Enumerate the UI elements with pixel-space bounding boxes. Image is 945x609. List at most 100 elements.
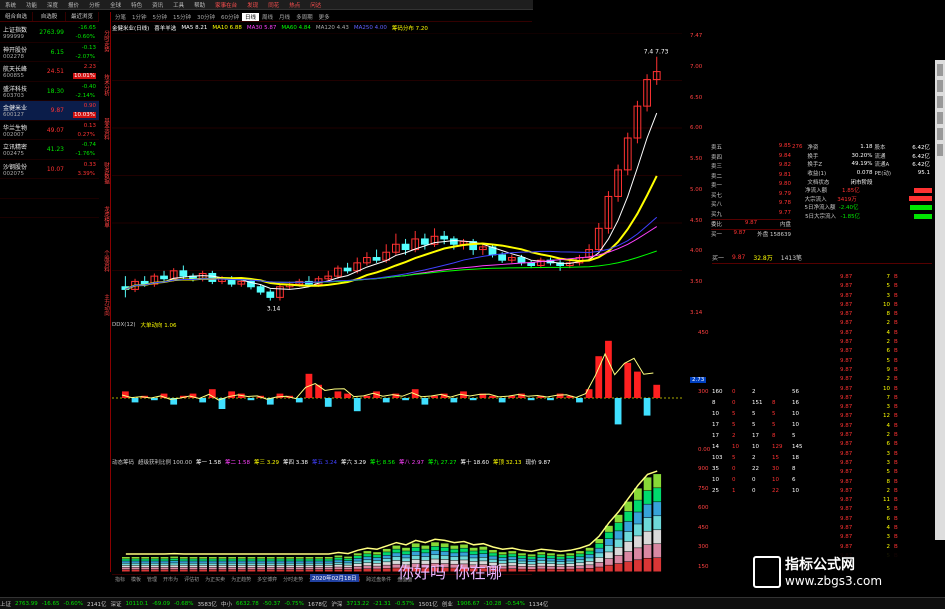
watchlist-row[interactable]: 华兰生物 002007 49.07 0.13 0.27% [0, 121, 99, 140]
tab-favorites[interactable]: 自选股 [33, 12, 66, 21]
menu-function[interactable]: 功能 [21, 1, 42, 9]
chip-segment [595, 548, 604, 553]
tick-price: 9.87 [840, 292, 853, 299]
timeframe-tab[interactable]: 1分钟 [129, 13, 150, 21]
menu-depth[interactable]: 深度 [42, 1, 63, 9]
chip-segment [537, 555, 546, 558]
stock-price: 6.15 [50, 48, 64, 56]
stock-code: 002278 [3, 53, 24, 60]
timeframe-tab[interactable]: 更多 [316, 13, 333, 21]
chip-segment [402, 551, 410, 555]
vtab-item[interactable]: 技术分析 [101, 74, 110, 96]
toolbar-button-4[interactable] [937, 112, 943, 124]
book-cell: 160 [712, 389, 723, 395]
chip-segment [382, 552, 391, 555]
timeframe-tab[interactable]: 日线 [242, 12, 260, 21]
indicator-tab[interactable]: 模板 [128, 576, 144, 583]
menu-feature[interactable]: 特色 [126, 1, 147, 9]
indicator-tab[interactable]: 评估初 [181, 576, 202, 583]
tab-combo[interactable]: 组合自选 [0, 12, 33, 21]
menu-extra-5[interactable]: 问达 [305, 1, 326, 9]
ma-line [125, 175, 658, 291]
tick-flag: B [894, 404, 898, 411]
book-row: 8 0 151 8 16 [712, 400, 818, 411]
indicator-tab[interactable]: 为正趋势 [228, 576, 254, 583]
indicator-tab[interactable]: 跨过盘条件 [363, 576, 394, 583]
timeframe-tab[interactable]: 周线 [259, 13, 276, 21]
menu-analysis[interactable]: 分析 [84, 1, 105, 9]
timeframe-tab[interactable]: 分笔 [112, 13, 129, 21]
timeframe-tab[interactable]: 多周期 [293, 13, 316, 21]
tick-time [820, 376, 840, 385]
tick-price: 9.87 [840, 478, 853, 485]
watchlist-row[interactable]: 金健米业 600127 9.87 0.90 10.03% [0, 101, 99, 121]
menu-news[interactable]: 资讯 [147, 1, 168, 9]
chip-line [125, 470, 658, 555]
chip-segment [122, 563, 130, 566]
vtab-item[interactable]: 个股资料 [101, 250, 110, 272]
watchlist-row[interactable]: 航天长峰 600855 24.51 2.23 10.01% [0, 62, 99, 82]
menu-extra-4[interactable]: 热点 [284, 1, 305, 9]
menu-tools[interactable]: 工具 [168, 1, 189, 9]
menu-extra-3[interactable]: 同花 [263, 1, 284, 9]
chip-chart[interactable] [112, 466, 710, 572]
indicator-tab[interactable]: 分时走势 [280, 576, 306, 583]
timeframe-tab[interactable]: 30分钟 [194, 13, 218, 21]
toolbar-button-5[interactable] [937, 128, 943, 140]
chip-segment [624, 551, 633, 562]
order-summary-row: 委比 9.87 内盘 [711, 219, 791, 229]
menu-quote[interactable]: 报价 [63, 1, 84, 9]
ddx-label: 大单动向 1.06 [140, 322, 177, 329]
chip-segment [295, 567, 304, 570]
timeframe-tab[interactable]: 5分钟 [150, 13, 171, 21]
menu-help[interactable]: 帮助 [189, 1, 210, 9]
toolbar-button-1[interactable] [937, 64, 943, 76]
menu-system[interactable]: 系统 [0, 1, 21, 9]
timeframe-tab[interactable]: 60分钟 [218, 13, 242, 21]
book-cell: 151 [752, 400, 763, 406]
watchlist-row[interactable]: 沙钢股份 002075 10.07 0.33 3.39% [0, 160, 99, 179]
indicator-tab[interactable]: 为正买卖 [202, 576, 228, 583]
vtab-item[interactable]: 财务数据 [101, 162, 110, 184]
vtab-item[interactable]: 主力动向 [101, 294, 110, 316]
menu-global[interactable]: 全球 [105, 1, 126, 9]
vtab-item[interactable]: 分时走势 [101, 30, 110, 52]
watchlist-row[interactable] [0, 199, 99, 218]
chip-segment [527, 559, 536, 562]
candle-body [498, 254, 507, 261]
ddx-chart[interactable] [112, 330, 710, 455]
indicator-tab[interactable]: 指标 [112, 576, 128, 583]
menu-extra-1[interactable]: 家事在台 [210, 1, 242, 9]
toolbar-button-6[interactable] [937, 144, 943, 156]
watchlist-row[interactable]: 盛洋科技 603703 18.30 -0.40 -2.14% [0, 82, 99, 101]
toolbar-button-3[interactable] [937, 96, 943, 108]
tab-recent[interactable]: 最近浏览 [66, 12, 99, 21]
chip-segment [266, 557, 275, 559]
chip-segment [653, 516, 662, 530]
candlestick-chart[interactable]: 3.14 7.4 7.73 [112, 33, 710, 318]
vtab-item[interactable]: 龙虎榜单 [101, 206, 110, 228]
indicator-tab[interactable]: 开市为 [160, 576, 181, 583]
vtab-item[interactable]: 基本资料 [101, 118, 110, 140]
menu-extra-2[interactable]: 发现 [242, 1, 263, 9]
chip-segment [527, 554, 536, 557]
watchlist-row[interactable]: 上证指数 999999 2763.99 -16.65 -0.60% [0, 23, 99, 43]
chip-segment [556, 569, 565, 572]
watchlist-row[interactable] [0, 179, 99, 199]
tick-list[interactable]: 9.87 7 B 9.87 5 B 9.87 3 B 9.87 10 B 9.87 8 B 9.87 2 B 9.8… [820, 274, 935, 574]
indicator-tab[interactable]: 管理 [144, 576, 160, 583]
stock-price: 18.30 [46, 87, 64, 95]
tick-time [820, 395, 840, 404]
indicator-tab[interactable]: 多空博弈 [254, 576, 280, 583]
watchlist-row[interactable]: 立讯精密 002475 41.23 -0.74 -1.76% [0, 140, 99, 160]
ddx-bar [295, 398, 303, 403]
watchlist-row[interactable]: 神开股份 002278 6.15 -0.13 -2.07% [0, 43, 99, 62]
order-level-label: 卖一 [711, 183, 723, 189]
candle-body [517, 257, 526, 264]
chip-segment [595, 543, 604, 548]
timeframe-tab[interactable]: 15分钟 [170, 13, 194, 21]
timeframe-tab[interactable]: 月线 [276, 13, 293, 21]
tick-row: 9.87 5B [820, 283, 935, 292]
chip-segment [614, 563, 623, 572]
toolbar-button-2[interactable] [937, 80, 943, 92]
